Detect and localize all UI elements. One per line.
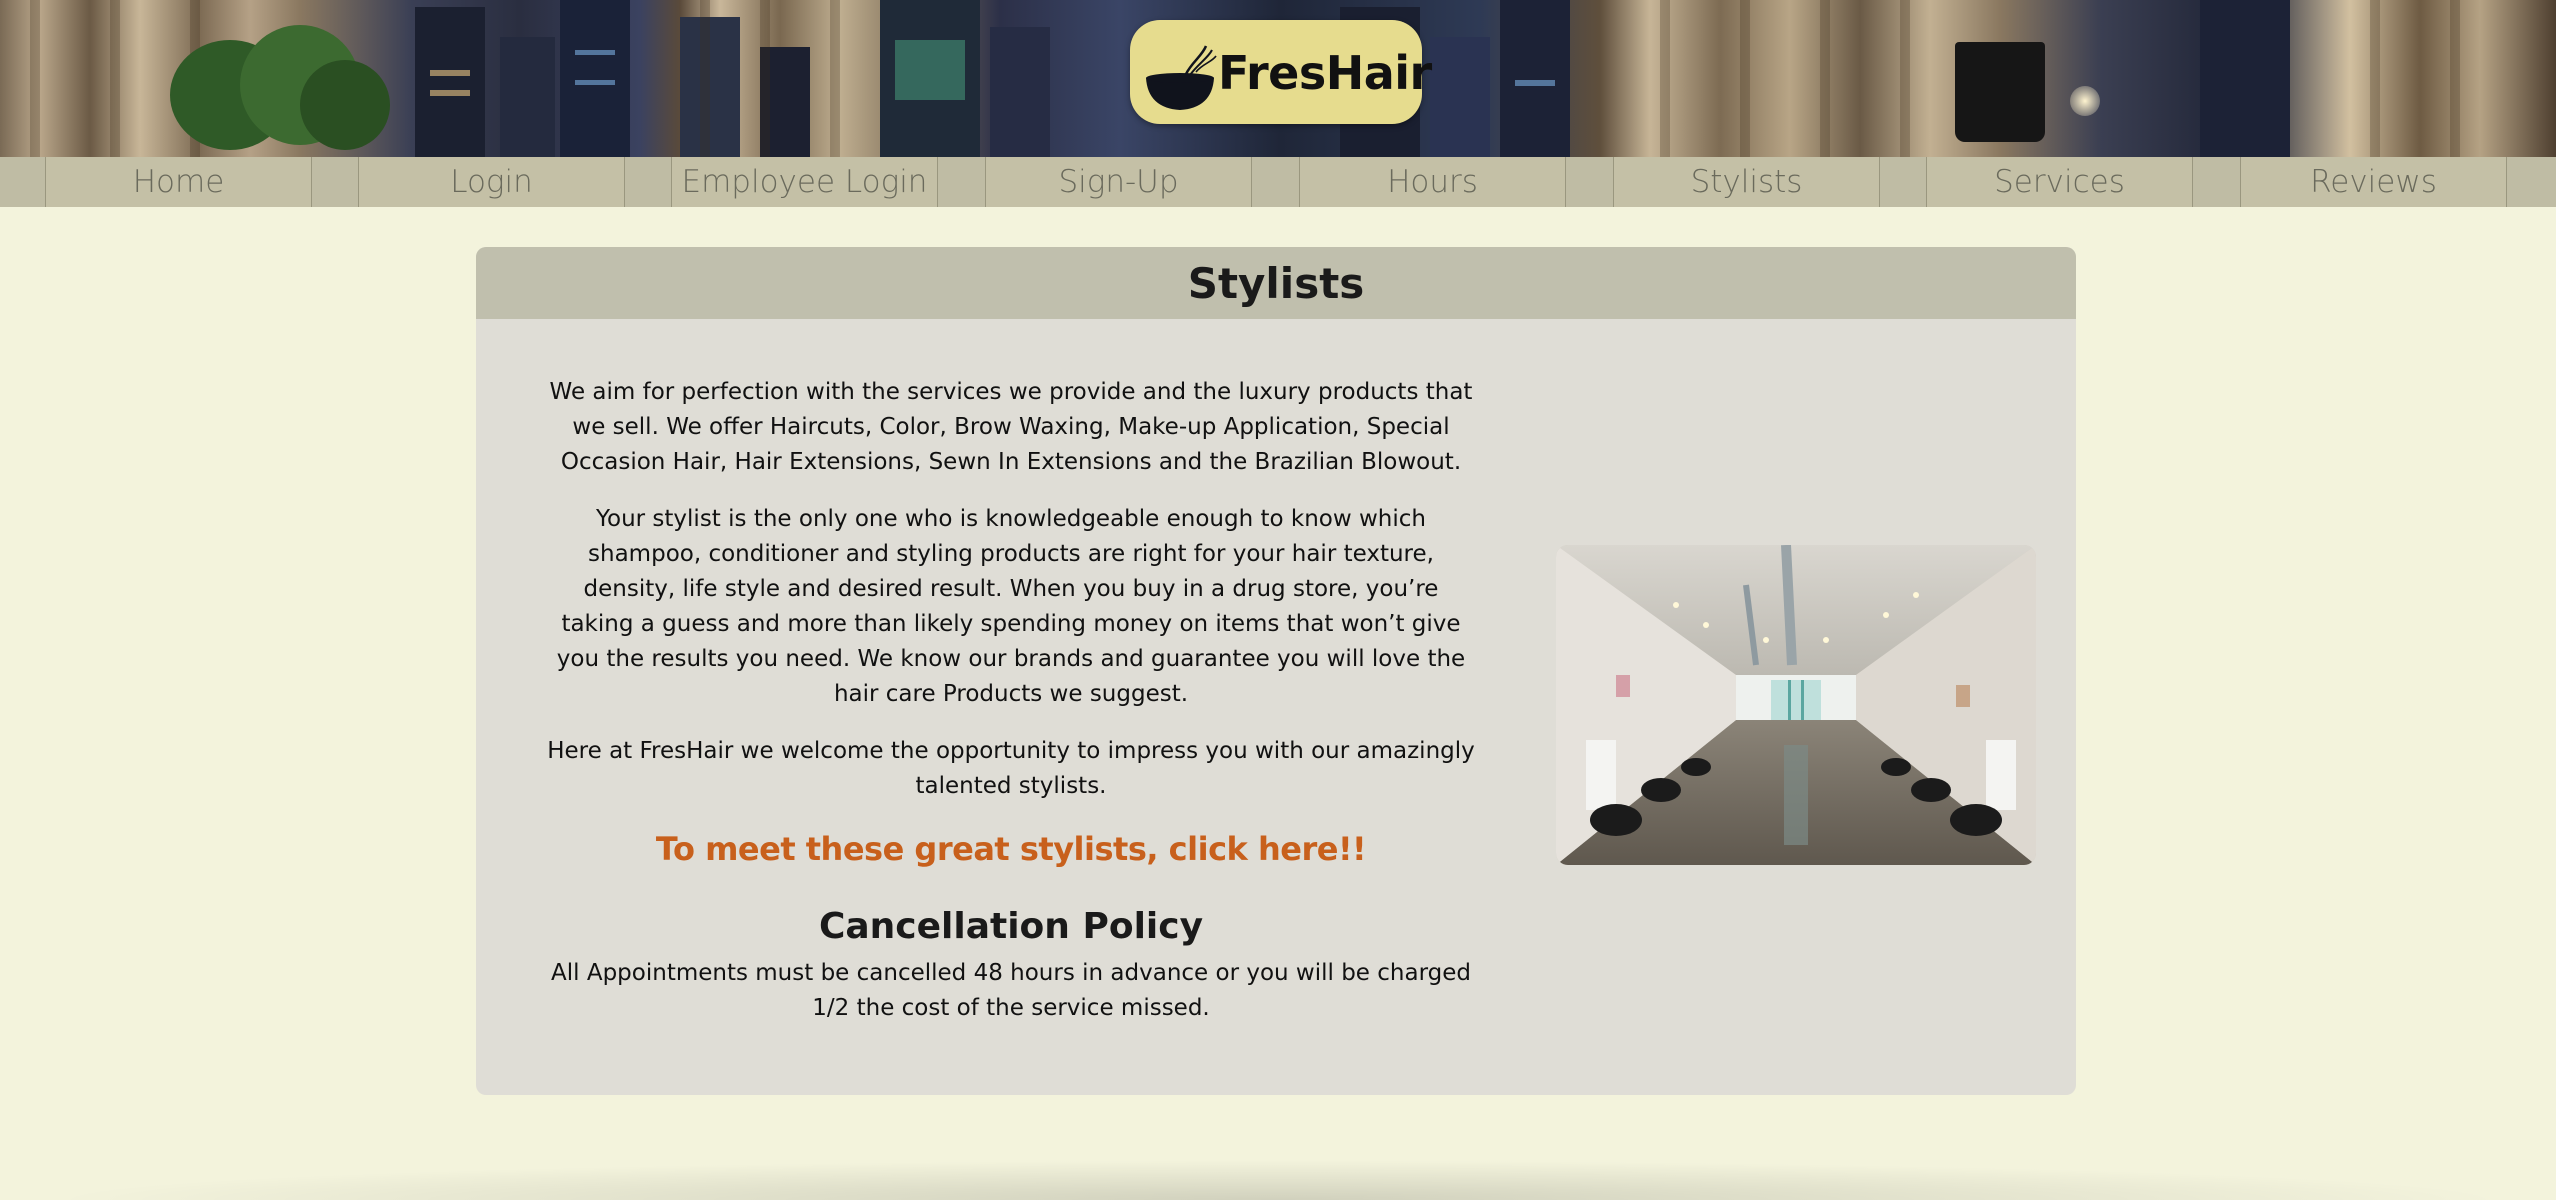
stylists-card: Stylists We aim for perfection with the …: [476, 247, 2076, 1095]
welcome-paragraph: Here at FresHair we welcome the opportun…: [547, 738, 1475, 799]
brand-name: FresHair: [1218, 46, 1432, 100]
nav-item-employee-login[interactable]: Employee Login: [671, 157, 938, 207]
nav-item-services[interactable]: Services: [1926, 157, 2193, 207]
hair-bowl-icon: [1146, 45, 1217, 110]
page-title: Stylists: [1187, 258, 1365, 308]
meet-stylists-link[interactable]: To meet these great stylists, click here…: [546, 832, 1476, 867]
content-text: We aim for perfection with the services …: [546, 375, 1476, 1048]
cancellation-policy-text: All Appointments must be cancelled 48 ho…: [551, 960, 1471, 1021]
brand-logo[interactable]: FresHair: [1130, 20, 1432, 124]
nav-item-sign-up[interactable]: Sign-Up: [985, 157, 1252, 207]
nav-item-reviews[interactable]: Reviews: [2240, 157, 2507, 207]
nav-item-hours[interactable]: Hours: [1299, 157, 1566, 207]
salon-interior-photo: [1556, 545, 2036, 865]
cancellation-policy-title: Cancellation Policy: [818, 906, 1204, 947]
card-header: Stylists: [476, 247, 2076, 319]
nav-item-login[interactable]: Login: [358, 157, 625, 207]
intro-paragraph: We aim for perfection with the services …: [549, 379, 1473, 475]
stylist-paragraph: Your stylist is the only one who is know…: [556, 506, 1466, 707]
main-nav: Home Login Employee Login Sign-Up Hours …: [0, 157, 2556, 207]
nav-item-home[interactable]: Home: [45, 157, 312, 207]
page-bottom-shadow: [40, 1160, 2516, 1200]
nav-item-stylists[interactable]: Stylists: [1613, 157, 1880, 207]
